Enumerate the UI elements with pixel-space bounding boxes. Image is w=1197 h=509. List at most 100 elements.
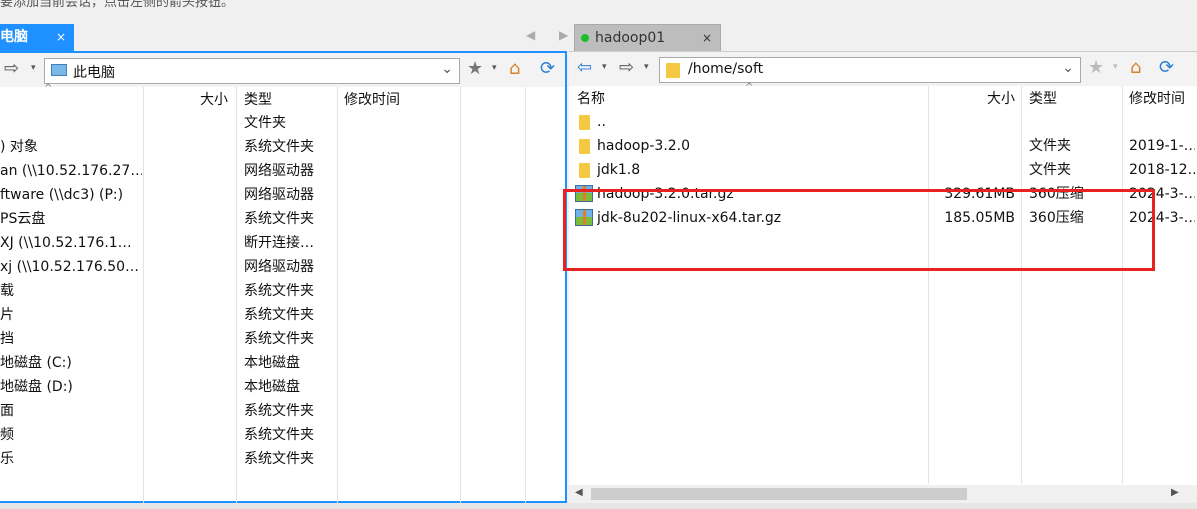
list-item[interactable]: 片 系统文件夹 (0, 303, 565, 327)
table-row[interactable]: hadoop-3.2.0 文件夹 2019-1-… (569, 134, 1197, 158)
item-type: 360压缩 (1029, 186, 1084, 202)
archive-icon (575, 185, 593, 202)
item-type: 断开连接… (244, 235, 314, 251)
chevron-down-icon[interactable]: ⌄ (441, 61, 453, 77)
list-item[interactable]: 地磁盘 (D:) 本地磁盘 (0, 375, 565, 399)
tab-label: 电脑 (0, 29, 28, 45)
remote-column-header: 名称 ^ 大小 类型 修改时间 (569, 82, 1197, 108)
item-name: jdk1.8 (597, 162, 641, 178)
item-name: 频 (0, 427, 14, 443)
list-item[interactable]: PS云盘 系统文件夹 (0, 207, 565, 231)
close-icon[interactable]: × (702, 25, 712, 52)
scroll-right-icon[interactable]: ▶ (1171, 487, 1179, 498)
folder-icon (579, 139, 590, 154)
item-name: 面 (0, 403, 14, 419)
chevron-down-icon[interactable]: ⌄ (1062, 60, 1074, 76)
item-name: 乐 (0, 451, 14, 467)
home-icon[interactable]: ⌂ (1130, 58, 1141, 78)
table-row[interactable]: hadoop-3.2.0.tar.gz 329.61MB 360压缩 2024-3-… (569, 182, 1197, 206)
list-item[interactable]: XJ (\\10.52.176.1… 断开连接… (0, 231, 565, 255)
chevron-down-icon[interactable]: ▾ (1113, 62, 1118, 72)
item-name: an (\\10.52.176.27… (0, 163, 142, 179)
item-type: 系统文件夹 (244, 331, 314, 347)
bottom-border (0, 503, 1197, 509)
item-modified: 2024-3-… (1129, 186, 1195, 202)
sort-up-icon: ^ (44, 83, 53, 94)
table-row[interactable]: jdk-8u202-linux-x64.tar.gz 185.05MB 360压缩 2… (569, 206, 1197, 230)
list-item[interactable]: an (\\10.52.176.27… 网络驱动器 (0, 159, 565, 183)
local-column-header: ^ 大小 类型 修改时间 (0, 83, 565, 109)
item-name: .. (597, 114, 606, 130)
item-modified: 2024-3-… (1129, 210, 1195, 226)
list-item[interactable]: 文件夹 (0, 111, 565, 135)
list-item[interactable]: xj (\\10.52.176.50… 网络驱动器 (0, 255, 565, 279)
tab-local-computer[interactable]: 电脑 × (0, 24, 74, 51)
list-item[interactable]: 面 系统文件夹 (0, 399, 565, 423)
forward-icon[interactable]: ⇨ (4, 59, 19, 79)
column-name[interactable]: 名称 (577, 88, 605, 108)
scrollbar-thumb[interactable] (591, 488, 967, 500)
remote-path-text: /home/soft (688, 61, 764, 77)
table-row[interactable]: .. (569, 110, 1197, 134)
close-icon[interactable]: × (56, 24, 66, 51)
home-icon[interactable]: ⌂ (509, 59, 520, 79)
list-item[interactable]: ftware (\\dc3) (P:) 网络驱动器 (0, 183, 565, 207)
refresh-icon[interactable]: ⟳ (540, 59, 555, 79)
list-item[interactable]: 乐 系统文件夹 (0, 447, 565, 471)
column-type[interactable]: 类型 (1029, 88, 1057, 108)
remote-toolbar: ⇦ ▾ ⇨ ▾ /home/soft ⌄ ★ ▾ ⌂ ⟳ (569, 52, 1197, 86)
item-type: 系统文件夹 (244, 307, 314, 323)
chevron-down-icon[interactable]: ▾ (644, 62, 649, 72)
computer-icon (51, 64, 67, 76)
item-type: 系统文件夹 (244, 451, 314, 467)
item-modified: 2019-1-… (1129, 138, 1195, 154)
item-name: PS云盘 (0, 211, 46, 227)
local-path-text: 此电脑 (73, 65, 115, 81)
tab-hadoop01[interactable]: hadoop01 × (574, 24, 721, 51)
scroll-left-icon[interactable]: ◀ (575, 487, 583, 498)
back-icon[interactable]: ⇦ (577, 58, 592, 78)
item-type: 网络驱动器 (244, 187, 314, 203)
tab-label: hadoop01 (595, 30, 666, 46)
item-name: ftware (\\dc3) (P:) (0, 187, 124, 203)
item-name: hadoop-3.2.0 (597, 138, 691, 154)
item-type: 网络驱动器 (244, 163, 314, 179)
column-modified[interactable]: 修改时间 (1129, 88, 1185, 108)
item-type: 360压缩 (1029, 210, 1084, 226)
chevron-down-icon[interactable]: ▾ (31, 63, 36, 73)
left-tab-nav-arrows[interactable]: ◀ ▶ (526, 28, 578, 42)
local-address-bar[interactable]: 此电脑 ⌄ (44, 58, 460, 84)
item-name: 挡 (0, 331, 14, 347)
remote-address-bar[interactable]: /home/soft ⌄ (659, 57, 1081, 83)
connected-status-icon (581, 34, 589, 42)
column-size[interactable]: 大小 (987, 88, 1015, 108)
list-item[interactable]: 载 系统文件夹 (0, 279, 565, 303)
item-name: 载 (0, 283, 14, 299)
item-size: 329.61MB (944, 186, 1015, 202)
column-size[interactable]: 大小 (200, 89, 228, 109)
chevron-down-icon[interactable]: ▾ (492, 63, 497, 73)
list-item[interactable]: 地磁盘 (C:) 本地磁盘 (0, 351, 565, 375)
list-item[interactable]: ) 对象 系统文件夹 (0, 135, 565, 159)
item-type: 系统文件夹 (244, 211, 314, 227)
local-toolbar: ⇨ ▾ 此电脑 ⌄ ★ ▾ ⌂ ⟳ (0, 53, 565, 87)
folder-icon (579, 163, 590, 178)
column-modified[interactable]: 修改时间 (344, 89, 400, 109)
star-icon[interactable]: ★ (1088, 58, 1104, 78)
item-type: 本地磁盘 (244, 355, 300, 371)
chevron-down-icon[interactable]: ▾ (602, 62, 607, 72)
list-item[interactable]: 挡 系统文件夹 (0, 327, 565, 351)
session-hint: 要添加当前会话，点击左侧的箭头按钮。 (0, 0, 235, 10)
horizontal-scrollbar[interactable]: ◀ ▶ (569, 485, 1197, 503)
table-row[interactable]: jdk1.8 文件夹 2018-12… (569, 158, 1197, 182)
item-type: 文件夹 (1029, 162, 1071, 178)
column-type[interactable]: 类型 (244, 89, 272, 109)
list-item[interactable]: 频 系统文件夹 (0, 423, 565, 447)
folder-icon (666, 63, 680, 78)
refresh-icon[interactable]: ⟳ (1159, 58, 1174, 78)
item-name: 地磁盘 (C:) (0, 355, 72, 371)
item-name: jdk-8u202-linux-x64.tar.gz (597, 210, 782, 226)
star-icon[interactable]: ★ (467, 59, 483, 79)
forward-icon[interactable]: ⇨ (619, 58, 634, 78)
archive-icon (575, 209, 593, 226)
